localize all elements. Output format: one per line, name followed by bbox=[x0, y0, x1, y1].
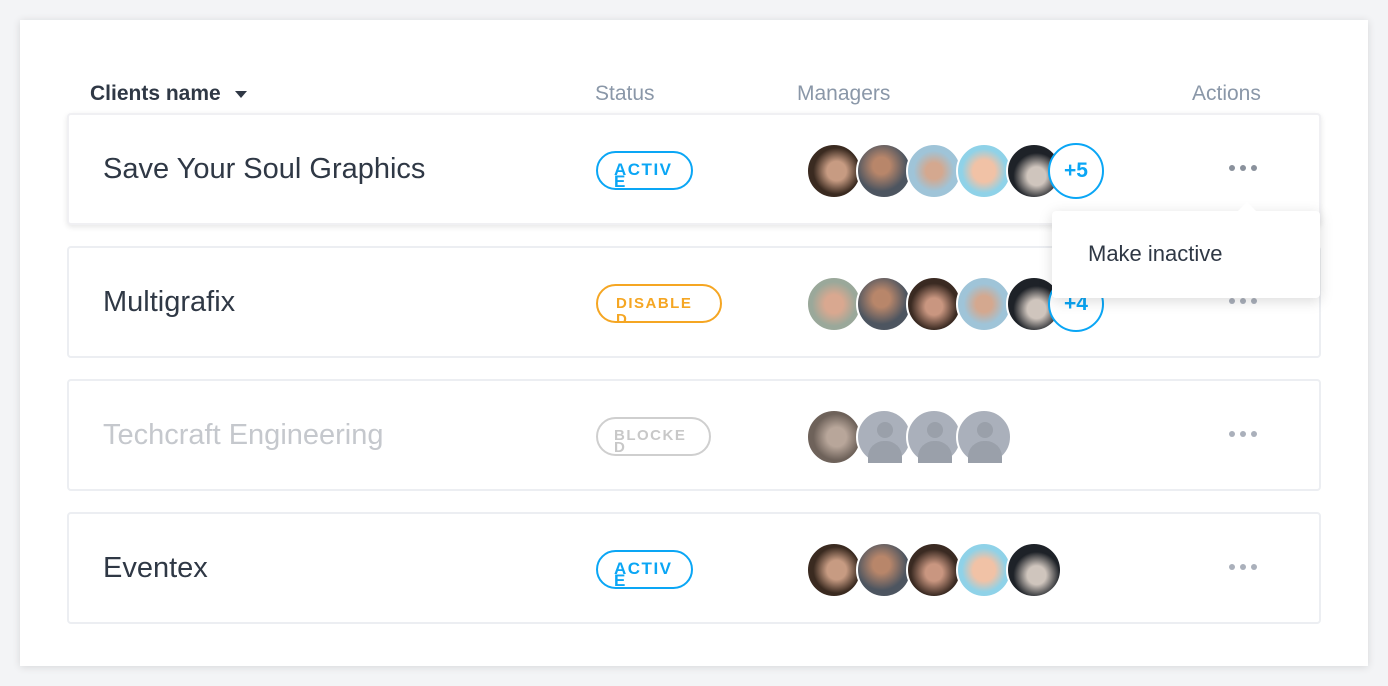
avatar[interactable] bbox=[806, 409, 862, 465]
avatar-placeholder[interactable] bbox=[906, 409, 962, 465]
more-actions-icon[interactable] bbox=[1229, 298, 1257, 304]
avatar[interactable] bbox=[806, 143, 862, 199]
avatar[interactable] bbox=[906, 143, 962, 199]
header-managers: Managers bbox=[797, 82, 891, 105]
sort-clients-name[interactable]: Clients name bbox=[90, 82, 247, 106]
avatar[interactable] bbox=[806, 542, 862, 598]
more-actions-icon[interactable] bbox=[1229, 564, 1257, 570]
client-name[interactable]: Multigrafix bbox=[103, 286, 235, 319]
more-managers-count[interactable]: +5 bbox=[1048, 143, 1104, 199]
menu-item-make-inactive[interactable]: Make inactive bbox=[1088, 241, 1223, 267]
avatar-placeholder[interactable] bbox=[856, 409, 912, 465]
client-name[interactable]: Eventex bbox=[103, 552, 208, 585]
avatar[interactable] bbox=[906, 276, 962, 332]
avatar[interactable] bbox=[806, 276, 862, 332]
avatar[interactable] bbox=[956, 542, 1012, 598]
avatar[interactable] bbox=[856, 542, 912, 598]
more-actions-icon[interactable] bbox=[1229, 165, 1257, 171]
avatar[interactable] bbox=[856, 143, 912, 199]
client-name[interactable]: Save Your Soul Graphics bbox=[103, 153, 425, 186]
status-badge: ACTIVE bbox=[596, 550, 693, 589]
avatar[interactable] bbox=[856, 276, 912, 332]
status-badge: DISABLED bbox=[596, 284, 722, 323]
avatar-placeholder[interactable] bbox=[956, 409, 1012, 465]
status-badge: BLOCKED bbox=[596, 417, 711, 456]
actions-menu: Make inactive bbox=[1052, 202, 1320, 298]
client-name[interactable]: Techcraft Engineering bbox=[103, 419, 384, 452]
status-badge: ACTIVE bbox=[596, 151, 693, 190]
avatar[interactable] bbox=[956, 276, 1012, 332]
more-actions-icon[interactable] bbox=[1229, 431, 1257, 437]
header-status: Status bbox=[595, 82, 655, 105]
header-actions: Actions bbox=[1192, 82, 1261, 105]
table-row: Eventex ACTIVE bbox=[67, 512, 1321, 624]
table-row: Techcraft Engineering BLOCKED bbox=[67, 379, 1321, 491]
avatar[interactable] bbox=[906, 542, 962, 598]
avatar[interactable] bbox=[1006, 542, 1062, 598]
table-row: Save Your Soul Graphics ACTIVE +5 bbox=[67, 113, 1321, 225]
avatar[interactable] bbox=[956, 143, 1012, 199]
caret-down-icon bbox=[234, 90, 247, 98]
header-clients-name: Clients name bbox=[90, 82, 221, 105]
